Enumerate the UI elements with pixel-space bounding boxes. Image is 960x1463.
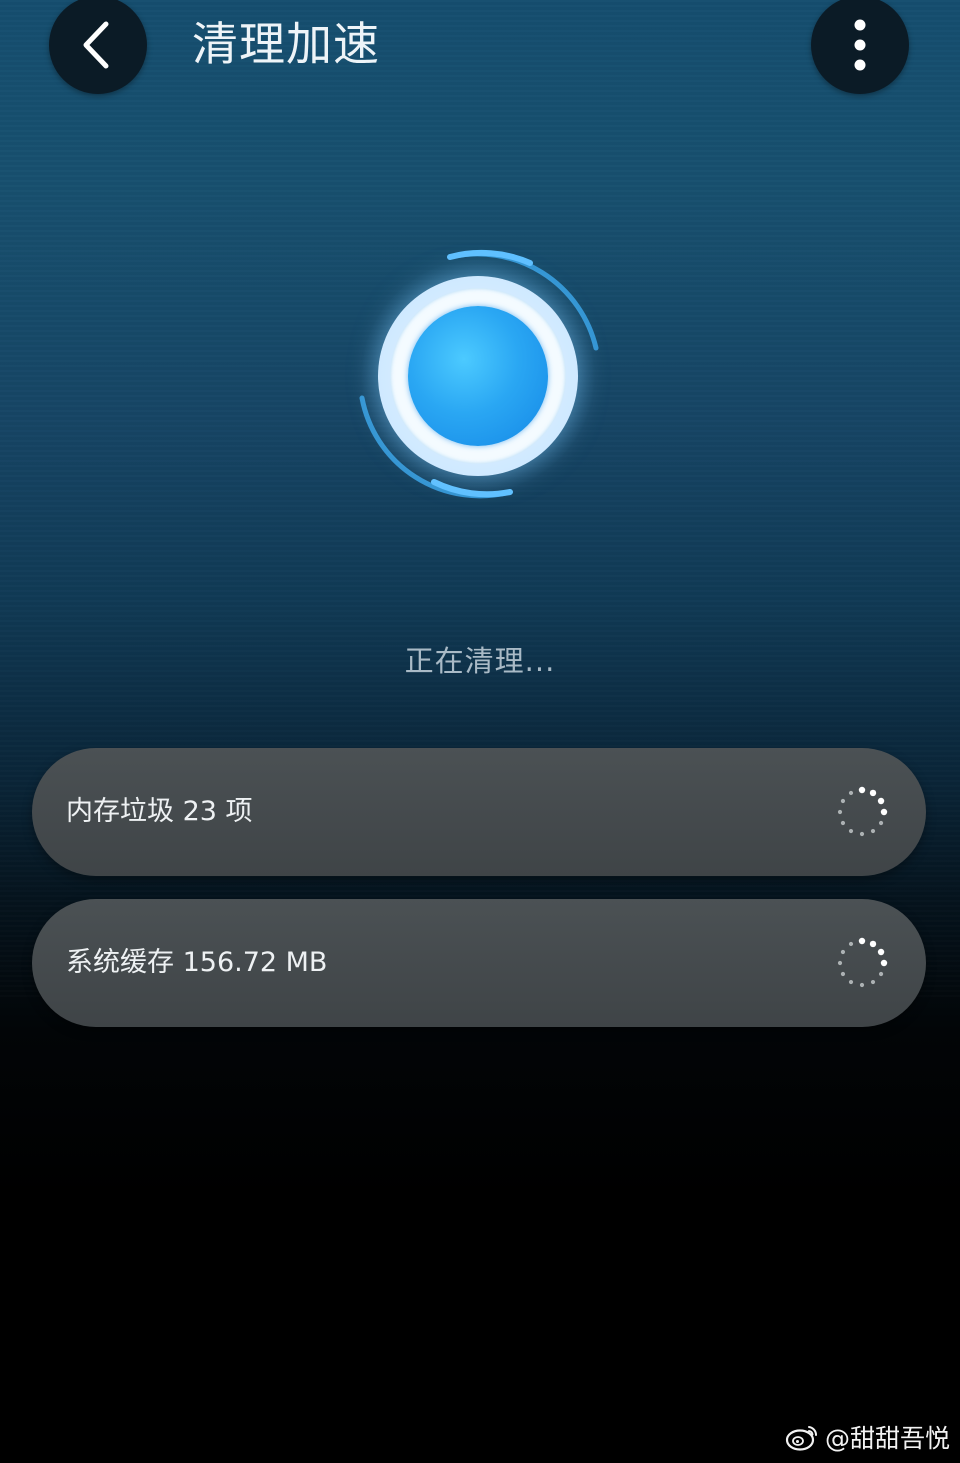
spinner-dot xyxy=(848,828,854,834)
more-vertical-icon xyxy=(854,19,866,71)
watermark-text: @甜甜吾悦 xyxy=(824,1424,950,1453)
watermark: @甜甜吾悦 xyxy=(785,1419,950,1455)
more-options-button[interactable] xyxy=(811,0,909,94)
spinner-dot xyxy=(840,971,846,977)
loading-spinner-icon xyxy=(837,786,888,837)
spinner-dot xyxy=(869,940,877,948)
cleaning-status-text: 正在清理... xyxy=(404,644,556,678)
spinner-dot xyxy=(859,982,865,988)
cleaning-orb xyxy=(338,236,618,516)
spinner-dot xyxy=(837,809,843,815)
page-title: 清理加速 xyxy=(192,17,380,71)
spinner-dot xyxy=(840,820,846,826)
spinner-dot xyxy=(880,959,888,967)
spinner-dot xyxy=(848,941,854,947)
spinner-dot xyxy=(840,798,846,804)
spinner-dot xyxy=(877,797,885,805)
spinner-dot xyxy=(848,979,854,985)
spinner-dot xyxy=(848,790,854,796)
spinner-dot xyxy=(877,948,885,956)
loading-spinner-icon xyxy=(837,937,888,988)
spinner-dot xyxy=(878,820,884,826)
spinner-dot xyxy=(869,789,877,797)
weibo-logo-icon xyxy=(785,1426,817,1451)
spinner-dot xyxy=(870,828,876,834)
orb-core xyxy=(408,306,548,446)
back-button[interactable] xyxy=(49,0,147,94)
memory-junk-item[interactable]: 内存垃圾 23 项 xyxy=(32,748,926,876)
spinner-dot xyxy=(858,786,866,794)
spinner-dot xyxy=(840,949,846,955)
memory-junk-label: 内存垃圾 23 项 xyxy=(66,796,253,827)
spinner-dot xyxy=(859,831,865,837)
system-cache-item[interactable]: 系统缓存 156.72 MB xyxy=(32,899,926,1027)
spinner-dot xyxy=(880,808,888,816)
system-cache-label: 系统缓存 156.72 MB xyxy=(66,947,328,978)
spinner-dot xyxy=(858,937,866,945)
spinner-dot xyxy=(870,979,876,985)
spinner-dot xyxy=(878,971,884,977)
spinner-dot xyxy=(837,960,843,966)
chevron-left-icon xyxy=(83,21,109,69)
